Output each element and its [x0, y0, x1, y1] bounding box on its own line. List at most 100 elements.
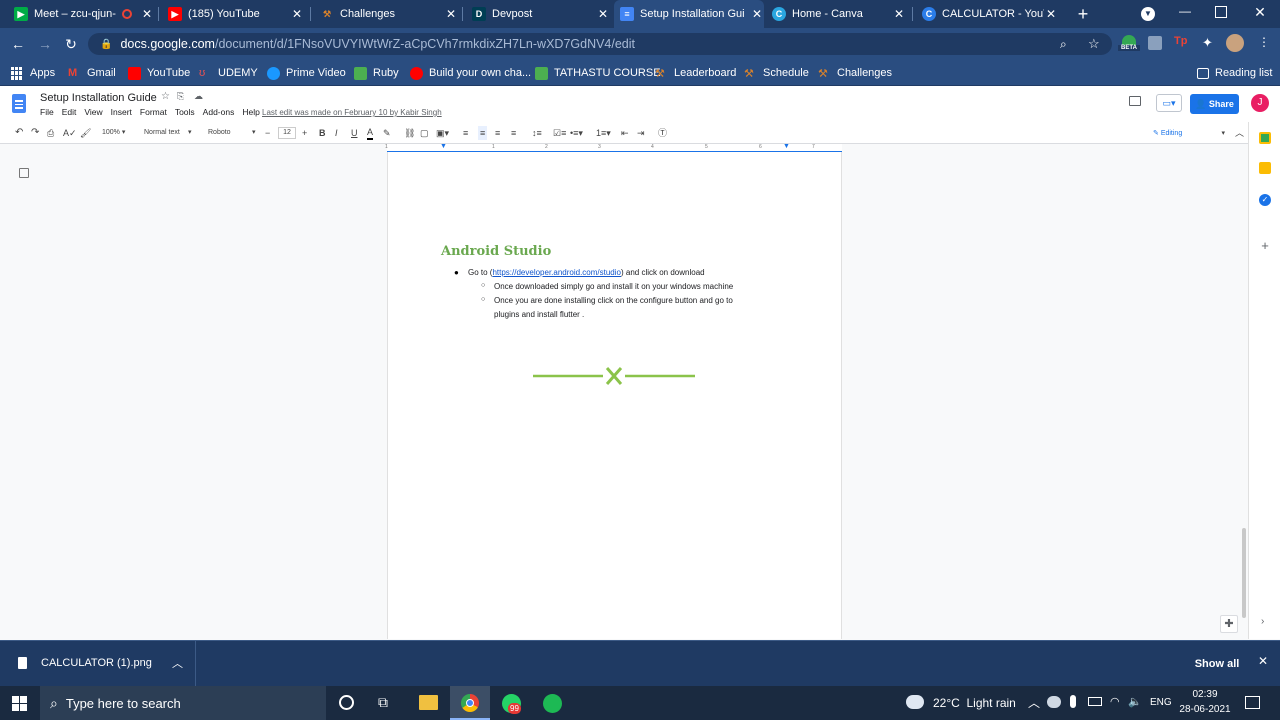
action-center-icon[interactable]	[1245, 696, 1260, 709]
add-ons-icon[interactable]: +	[1259, 239, 1271, 252]
menu-addons[interactable]: Add-ons	[203, 107, 235, 117]
align-left-icon[interactable]: ≡	[463, 126, 468, 140]
image-icon[interactable]: ▣▾	[436, 126, 449, 140]
close-download-bar-icon[interactable]: ✕	[1258, 654, 1268, 668]
menu-tools[interactable]: Tools	[175, 107, 195, 117]
clock-time[interactable]: 02:39	[1180, 689, 1230, 700]
weather-text[interactable]: 22°C Light rain	[933, 696, 1016, 710]
italic-button[interactable]: I	[335, 126, 338, 140]
menu-file[interactable]: File	[40, 107, 54, 117]
close-window-button[interactable]: ✕	[1253, 4, 1267, 22]
minimize-button[interactable]: —	[1178, 4, 1192, 22]
last-edit-link[interactable]: Last edit was made on February 10 by Kab…	[262, 108, 442, 117]
account-avatar[interactable]: J	[1251, 94, 1269, 112]
back-button[interactable]: ←	[9, 35, 27, 53]
checklist-icon[interactable]: ☑≡	[553, 126, 566, 140]
windows-start-icon[interactable]	[12, 696, 27, 711]
bookmark-ruby[interactable]: Ruby	[354, 64, 399, 82]
cortana-icon[interactable]	[339, 695, 354, 710]
font-select[interactable]: Roboto	[208, 126, 231, 140]
wifi-icon[interactable]: ◠	[1110, 695, 1120, 708]
clock-date[interactable]: 28-06-2021	[1174, 704, 1236, 715]
file-explorer-icon[interactable]	[419, 695, 438, 710]
close-icon[interactable]: ✕	[140, 7, 154, 21]
android-studio-link[interactable]: https://developer.android.com/studio	[492, 268, 621, 277]
bookmark-gmail[interactable]: M Gmail	[68, 64, 116, 82]
text-color-button[interactable]: A	[367, 126, 374, 140]
onedrive-icon[interactable]	[1047, 696, 1061, 708]
clear-formatting-icon[interactable]: Ⓣ	[658, 126, 667, 140]
download-item[interactable]: CALCULATOR (1).png ︿	[0, 641, 196, 687]
tab-canva[interactable]: C Home - Canva ✕	[772, 0, 906, 28]
bookmark-udemy[interactable]: ʊ UDEMY	[199, 64, 258, 82]
spotify-icon[interactable]	[543, 694, 562, 713]
tasks-icon[interactable]: ✓	[1259, 194, 1271, 206]
scrollbar-thumb[interactable]	[1242, 528, 1246, 618]
close-icon[interactable]: ✕	[1044, 7, 1058, 21]
font-size-input[interactable]: 12	[278, 127, 296, 139]
spellcheck-icon[interactable]: A✓	[63, 126, 77, 140]
right-indent-marker[interactable]: ▼	[783, 143, 790, 150]
editing-mode-select[interactable]: ✎ Editing ▾	[1153, 127, 1225, 139]
comment-history-icon[interactable]	[1129, 96, 1141, 106]
align-right-icon[interactable]: ≡	[495, 126, 500, 140]
tab-meet[interactable]: ▶ Meet – zcu-qjun- ✕	[14, 0, 154, 28]
tab-devpost[interactable]: D Devpost ✕	[472, 0, 610, 28]
numbered-list-icon[interactable]: 1≡▾	[596, 126, 611, 140]
menu-icon[interactable]: ⋮	[1258, 35, 1270, 51]
comment-icon[interactable]: ▢	[420, 126, 429, 140]
address-bar[interactable]: 🔒 docs.google.com /document/d/1FNsoVUVYI…	[88, 33, 1112, 55]
justify-icon[interactable]: ≡	[511, 126, 516, 140]
extension-icon[interactable]	[1148, 36, 1162, 50]
redo-icon[interactable]: ↷	[31, 126, 39, 140]
cloud-status-icon[interactable]: ☁	[194, 91, 203, 102]
bookmark-youtube[interactable]: YouTube	[128, 64, 190, 82]
font-dropdown-icon[interactable]: ▾	[252, 126, 256, 140]
close-icon[interactable]: ✕	[892, 7, 906, 21]
decrease-indent-icon[interactable]: ⇤	[621, 126, 629, 140]
bookmark-prime-video[interactable]: Prime Video	[267, 64, 346, 82]
weather-cloud-icon[interactable]	[906, 695, 924, 709]
bookmark-tathastu[interactable]: TATHASTU COURSE	[535, 64, 661, 82]
bookmark-star-icon[interactable]: ☆	[1088, 36, 1102, 51]
move-icon[interactable]: ⎘	[177, 91, 184, 102]
taskbar-search-box[interactable]: ⌕ Type here to search	[40, 686, 326, 720]
bold-button[interactable]: B	[319, 126, 326, 140]
reload-button[interactable]: ↻	[62, 35, 80, 53]
puzzle-icon[interactable]: ✦	[1202, 35, 1216, 50]
language-indicator[interactable]: ENG	[1150, 697, 1172, 708]
menu-format[interactable]: Format	[140, 107, 167, 117]
profile-avatar[interactable]	[1226, 34, 1244, 52]
task-view-icon[interactable]: ⧉	[378, 694, 388, 711]
print-icon[interactable]: ⎙	[47, 126, 54, 140]
extension-beta-icon[interactable]: BETA	[1118, 33, 1140, 55]
increase-indent-icon[interactable]: ⇥	[637, 126, 645, 140]
bulleted-list-icon[interactable]: •≡▾	[570, 126, 583, 140]
share-button[interactable]: 👤 Share	[1190, 94, 1239, 114]
tab-youtube[interactable]: ▶ (185) YouTube ✕	[168, 0, 304, 28]
undo-icon[interactable]: ↶	[15, 126, 23, 140]
underline-button[interactable]: U	[351, 126, 358, 140]
close-icon[interactable]: ✕	[596, 7, 610, 21]
zoom-select[interactable]: 100% ▾	[102, 126, 125, 140]
doc-title[interactable]: Setup Installation Guide	[40, 92, 157, 104]
chevron-up-icon[interactable]: ︿	[1028, 694, 1040, 711]
style-dropdown-icon[interactable]: ▾	[188, 126, 192, 140]
reading-list-button[interactable]: Reading list	[1197, 64, 1272, 82]
align-center-icon[interactable]: ≡	[478, 126, 488, 140]
menu-insert[interactable]: Insert	[111, 107, 132, 117]
line-spacing-icon[interactable]: ↕≡	[532, 126, 542, 140]
apps-bookmark[interactable]: Apps	[11, 64, 55, 82]
present-button[interactable]: ▭▾	[1156, 94, 1182, 112]
bookmark-schedule[interactable]: ⚒ Schedule	[744, 64, 809, 82]
show-all-button[interactable]: Show all	[1190, 653, 1244, 675]
tab-search-icon[interactable]: ▼	[1141, 7, 1155, 21]
zoom-search-icon[interactable]: ⌕	[1060, 37, 1074, 51]
volume-icon[interactable]: 🔈	[1128, 695, 1142, 708]
tab-calculator[interactable]: C CALCULATOR - YouTu ✕	[922, 0, 1058, 28]
bookmark-leaderboard[interactable]: ⚒ Leaderboard	[655, 64, 736, 82]
star-icon[interactable]: ☆	[161, 91, 170, 102]
collapse-menu-icon[interactable]: ︿	[1235, 126, 1244, 140]
indent-marker[interactable]: ▼	[440, 143, 447, 150]
paint-format-icon[interactable]: 🖌	[80, 126, 91, 140]
